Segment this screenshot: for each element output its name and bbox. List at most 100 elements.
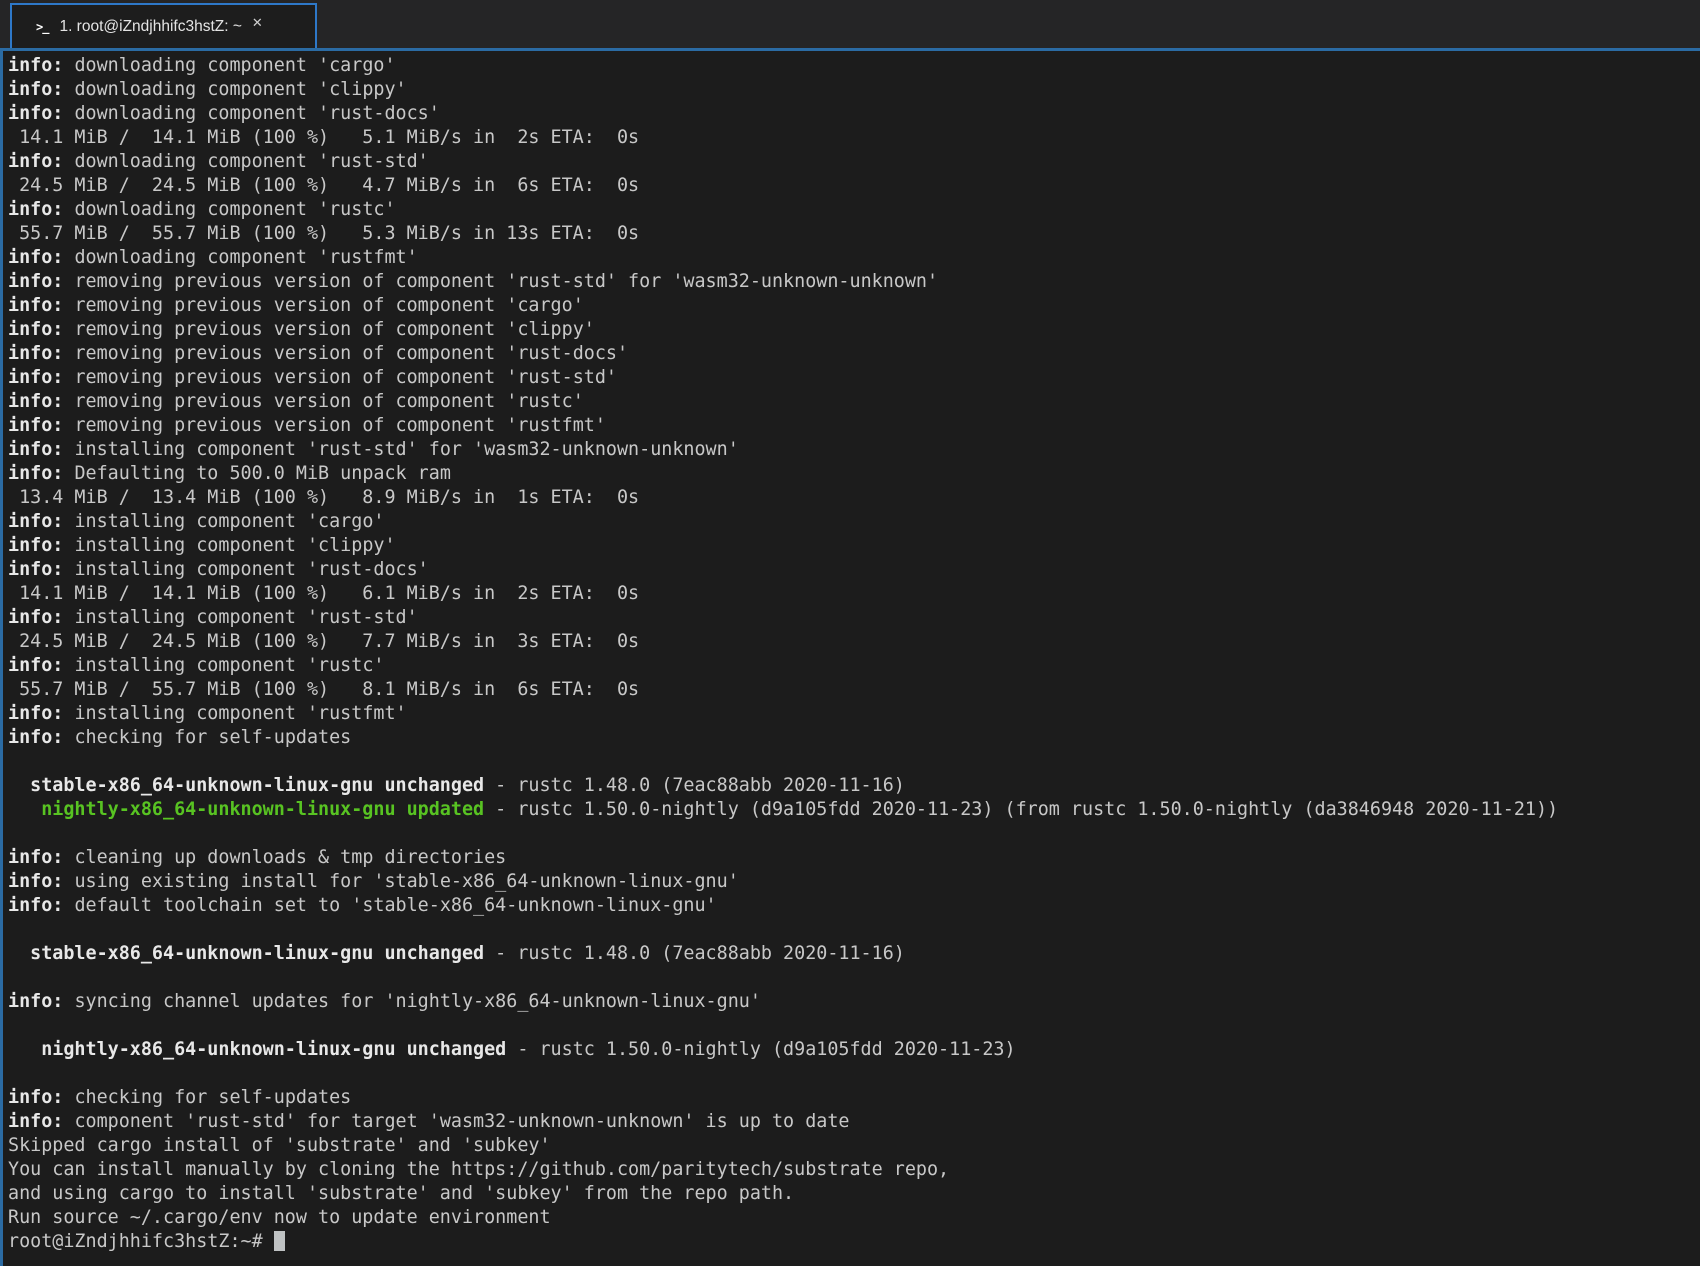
terminal-line: info: removing previous version of compo… xyxy=(8,294,1700,318)
terminal-text: 55.7 MiB / 55.7 MiB (100 %) 8.1 MiB/s in… xyxy=(8,679,640,700)
terminal-text-bold: stable-x86_64-unknown-linux-gnu unchange… xyxy=(8,943,485,964)
terminal-line: root@iZndjhhifc3hstZ:~# xyxy=(8,1230,1700,1254)
terminal-text: using existing install for 'stable-x86_6… xyxy=(63,871,739,892)
terminal-text-bold: info: xyxy=(8,271,64,292)
terminal-text-bold: info: xyxy=(8,991,64,1012)
terminal-line: info: downloading component 'cargo' xyxy=(8,54,1700,78)
terminal-line: stable-x86_64-unknown-linux-gnu unchange… xyxy=(8,774,1700,798)
terminal-text: and using cargo to install 'substrate' a… xyxy=(8,1183,795,1204)
terminal-text-green: nightly-x86_64-unknown-linux-gnu updated xyxy=(8,799,485,820)
terminal-text: removing previous version of component '… xyxy=(63,319,595,340)
terminal-line: info: syncing channel updates for 'night… xyxy=(8,990,1700,1014)
terminal-line: info: installing component 'rust-std' xyxy=(8,606,1700,630)
terminal-line: 13.4 MiB / 13.4 MiB (100 %) 8.9 MiB/s in… xyxy=(8,486,1700,510)
terminal-text-bold: info: xyxy=(8,295,64,316)
terminal-text: installing component 'rust-std' xyxy=(63,607,418,628)
terminal-text-bold: info: xyxy=(8,1111,64,1132)
terminal-output[interactable]: info: downloading component 'cargo' info:… xyxy=(0,51,1700,1266)
terminal-text: - rustc 1.50.0-nightly (d9a105fdd 2020-1… xyxy=(484,799,1559,820)
terminal-cursor xyxy=(273,1231,285,1251)
terminal-line: info: installing component 'rustc' xyxy=(8,654,1700,678)
terminal-text: syncing channel updates for 'nightly-x86… xyxy=(63,991,761,1012)
terminal-text-bold: info: xyxy=(8,871,64,892)
terminal-line: info: removing previous version of compo… xyxy=(8,366,1700,390)
close-tab-icon[interactable]: ✕ xyxy=(252,16,263,29)
terminal-text: root@iZndjhhifc3hstZ:~# xyxy=(8,1231,274,1252)
terminal-line: info: checking for self-updates xyxy=(8,726,1700,750)
terminal-text: checking for self-updates xyxy=(63,1087,352,1108)
terminal-text: 13.4 MiB / 13.4 MiB (100 %) 8.9 MiB/s in… xyxy=(8,487,640,508)
terminal-text-bold: info: xyxy=(8,247,64,268)
terminal-line: and using cargo to install 'substrate' a… xyxy=(8,1182,1700,1206)
terminal-text-bold: info: xyxy=(8,1087,64,1108)
terminal-line: info: removing previous version of compo… xyxy=(8,270,1700,294)
terminal-prompt-icon: >_ xyxy=(36,19,49,34)
terminal-text: - rustc 1.48.0 (7eac88abb 2020-11-16) xyxy=(484,775,905,796)
terminal-line: info: checking for self-updates xyxy=(8,1086,1700,1110)
terminal-text: removing previous version of component '… xyxy=(63,391,584,412)
terminal-text: removing previous version of component '… xyxy=(63,295,584,316)
terminal-text: installing component 'cargo' xyxy=(63,511,385,532)
terminal-line: 24.5 MiB / 24.5 MiB (100 %) 7.7 MiB/s in… xyxy=(8,630,1700,654)
terminal-line: info: cleaning up downloads & tmp direct… xyxy=(8,846,1700,870)
terminal-text: downloading component 'clippy' xyxy=(63,79,407,100)
terminal-text: - rustc 1.48.0 (7eac88abb 2020-11-16) xyxy=(484,943,905,964)
terminal-text: You can install manually by cloning the … xyxy=(8,1159,950,1180)
terminal-line: info: removing previous version of compo… xyxy=(8,414,1700,438)
terminal-text: installing component 'clippy' xyxy=(63,535,396,556)
terminal-line: nightly-x86_64-unknown-linux-gnu unchang… xyxy=(8,1038,1700,1062)
terminal-text-bold: info: xyxy=(8,55,64,76)
tab-bar: >_ 1. root@iZndjhhifc3hstZ: ~ ✕ xyxy=(0,0,1700,48)
terminal-text-bold: info: xyxy=(8,703,64,724)
terminal-text-bold: info: xyxy=(8,607,64,628)
terminal-line: info: using existing install for 'stable… xyxy=(8,870,1700,894)
terminal-text-bold: info: xyxy=(8,151,64,172)
terminal-line: info: installing component 'clippy' xyxy=(8,534,1700,558)
terminal-text: 55.7 MiB / 55.7 MiB (100 %) 5.3 MiB/s in… xyxy=(8,223,640,244)
tab-title: 1. root@iZndjhhifc3hstZ: ~ xyxy=(59,17,242,35)
terminal-text: 14.1 MiB / 14.1 MiB (100 %) 6.1 MiB/s in… xyxy=(8,583,640,604)
terminal-line: 55.7 MiB / 55.7 MiB (100 %) 8.1 MiB/s in… xyxy=(8,678,1700,702)
terminal-text-bold: info: xyxy=(8,367,64,388)
terminal-text-bold: nightly-x86_64-unknown-linux-gnu unchang… xyxy=(8,1039,507,1060)
terminal-window: >_ 1. root@iZndjhhifc3hstZ: ~ ✕ info: do… xyxy=(0,0,1700,1266)
terminal-tab[interactable]: >_ 1. root@iZndjhhifc3hstZ: ~ ✕ xyxy=(10,3,317,48)
terminal-text-bold: info: xyxy=(8,559,64,580)
terminal-text-bold: info: xyxy=(8,103,64,124)
terminal-line: You can install manually by cloning the … xyxy=(8,1158,1700,1182)
terminal-line: Run source ~/.cargo/env now to update en… xyxy=(8,1206,1700,1230)
terminal-text: removing previous version of component '… xyxy=(63,415,606,436)
terminal-text: downloading component 'rust-docs' xyxy=(63,103,440,124)
terminal-line: info: downloading component 'rustfmt' xyxy=(8,246,1700,270)
terminal-text: installing component 'rustc' xyxy=(63,655,385,676)
terminal-text-bold: info: xyxy=(8,415,64,436)
terminal-text: installing component 'rust-docs' xyxy=(63,559,429,580)
terminal-line: info: component 'rust-std' for target 'w… xyxy=(8,1110,1700,1134)
terminal-text: Run source ~/.cargo/env now to update en… xyxy=(8,1207,551,1228)
terminal-line: info: Defaulting to 500.0 MiB unpack ram xyxy=(8,462,1700,486)
terminal-text: 14.1 MiB / 14.1 MiB (100 %) 5.1 MiB/s in… xyxy=(8,127,640,148)
terminal-line: info: removing previous version of compo… xyxy=(8,390,1700,414)
terminal-text: - rustc 1.50.0-nightly (d9a105fdd 2020-1… xyxy=(506,1039,1016,1060)
terminal-text: default toolchain set to 'stable-x86_64-… xyxy=(63,895,717,916)
terminal-text: installing component 'rustfmt' xyxy=(63,703,407,724)
terminal-text: downloading component 'cargo' xyxy=(63,55,396,76)
terminal-line: 55.7 MiB / 55.7 MiB (100 %) 5.3 MiB/s in… xyxy=(8,222,1700,246)
terminal-line: info: removing previous version of compo… xyxy=(8,318,1700,342)
terminal-line: info: downloading component 'rust-docs' xyxy=(8,102,1700,126)
terminal-line: info: installing component 'cargo' xyxy=(8,510,1700,534)
terminal-text-bold: info: xyxy=(8,199,64,220)
terminal-text-bold: info: xyxy=(8,463,64,484)
terminal-text-bold: info: xyxy=(8,895,64,916)
terminal-line: 14.1 MiB / 14.1 MiB (100 %) 6.1 MiB/s in… xyxy=(8,582,1700,606)
terminal-line: info: installing component 'rust-docs' xyxy=(8,558,1700,582)
terminal-text: downloading component 'rustc' xyxy=(63,199,396,220)
terminal-text-bold: info: xyxy=(8,511,64,532)
terminal-text: installing component 'rust-std' for 'was… xyxy=(63,439,739,460)
terminal-line: info: installing component 'rust-std' fo… xyxy=(8,438,1700,462)
terminal-text: downloading component 'rustfmt' xyxy=(63,247,418,268)
